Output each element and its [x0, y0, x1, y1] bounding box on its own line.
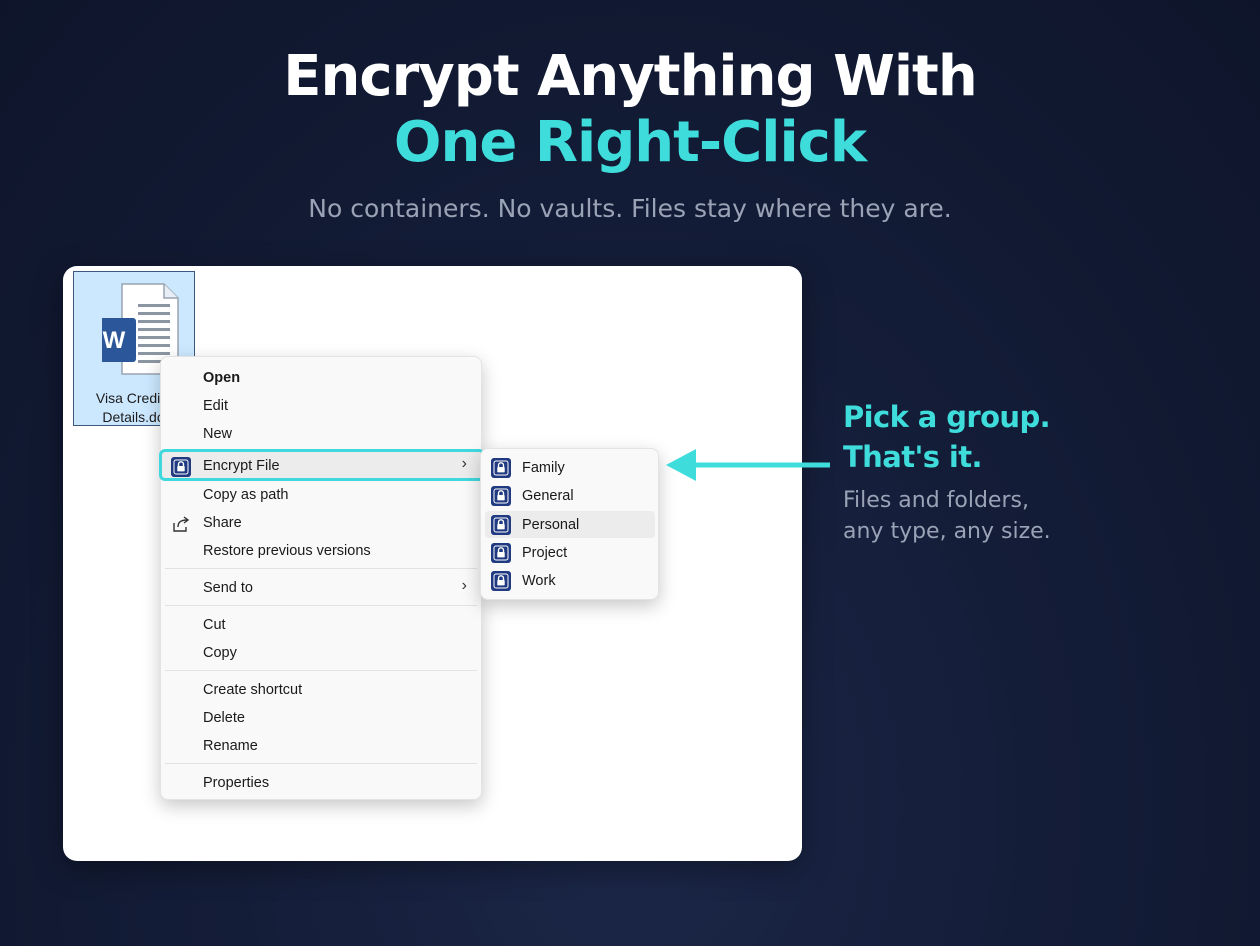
menu-separator — [165, 605, 477, 606]
context-menu: Open Edit New Encrypt File › Copy as pat… — [160, 356, 482, 800]
menu-item-label: New — [203, 426, 233, 442]
lock-icon — [491, 543, 511, 563]
menu-item-properties[interactable]: Properties — [161, 769, 481, 797]
menu-item-create-shortcut[interactable]: Create shortcut — [161, 676, 481, 704]
menu-item-label: Copy — [203, 645, 237, 661]
encrypt-file-highlight — [159, 449, 485, 481]
menu-item-new[interactable]: New — [161, 420, 481, 448]
share-icon — [173, 516, 190, 532]
submenu-item-label: Work — [522, 573, 556, 589]
submenu-item-label: General — [522, 488, 574, 504]
svg-text:W: W — [103, 327, 126, 354]
menu-item-restore-previous-versions[interactable]: Restore previous versions — [161, 537, 481, 565]
menu-item-label: Copy as path — [203, 487, 289, 503]
submenu-item-work[interactable]: Work — [485, 567, 655, 594]
menu-separator — [165, 670, 477, 671]
submenu-item-label: Project — [522, 545, 568, 561]
menu-item-delete[interactable]: Delete — [161, 704, 481, 732]
menu-item-label: Delete — [203, 710, 245, 726]
menu-item-label: Send to — [203, 580, 253, 596]
menu-item-label: Properties — [203, 775, 270, 791]
encrypt-submenu: Family General Personal Project Work — [480, 448, 659, 600]
menu-item-share[interactable]: Share — [161, 509, 481, 537]
submenu-item-general[interactable]: General — [485, 482, 655, 509]
menu-item-rename[interactable]: Rename — [161, 732, 481, 760]
submenu-item-project[interactable]: Project — [485, 539, 655, 566]
menu-item-label: Open — [203, 370, 241, 386]
submenu-item-personal[interactable]: Personal — [485, 511, 655, 538]
callout-title-line1: Pick a group. — [843, 400, 1051, 434]
menu-separator — [165, 568, 477, 569]
lock-icon — [491, 486, 511, 506]
submenu-item-label: Family — [522, 460, 565, 476]
menu-item-label: Edit — [203, 398, 228, 414]
lock-icon — [491, 515, 511, 535]
submenu-item-label: Personal — [522, 517, 580, 533]
callout-desc-line2: any type, any size. — [843, 519, 1051, 544]
menu-item-copy-as-path[interactable]: Copy as path — [161, 481, 481, 509]
chevron-right-icon: › — [461, 577, 467, 594]
hero-subtitle: No containers. No vaults. Files stay whe… — [308, 194, 952, 223]
menu-item-copy[interactable]: Copy — [161, 639, 481, 667]
menu-item-open[interactable]: Open — [161, 364, 481, 392]
arrow-left-icon — [666, 449, 830, 481]
menu-separator — [165, 763, 477, 764]
hero-title-line2: One Right-Click — [393, 110, 867, 175]
menu-item-label: Share — [203, 515, 242, 531]
hero-title-line1: Encrypt Anything With — [283, 44, 977, 109]
callout-title-line2: That's it. — [843, 440, 983, 474]
menu-item-send-to[interactable]: Send to › — [161, 574, 481, 602]
menu-item-cut[interactable]: Cut — [161, 611, 481, 639]
menu-item-label: Restore previous versions — [203, 543, 371, 559]
menu-item-label: Create shortcut — [203, 682, 303, 698]
menu-item-label: Rename — [203, 738, 258, 754]
lock-icon — [491, 458, 511, 478]
submenu-item-family[interactable]: Family — [485, 454, 655, 481]
menu-item-edit[interactable]: Edit — [161, 392, 481, 420]
callout-desc-line1: Files and folders, — [843, 488, 1029, 513]
lock-icon — [491, 571, 511, 591]
menu-item-label: Cut — [203, 617, 226, 633]
